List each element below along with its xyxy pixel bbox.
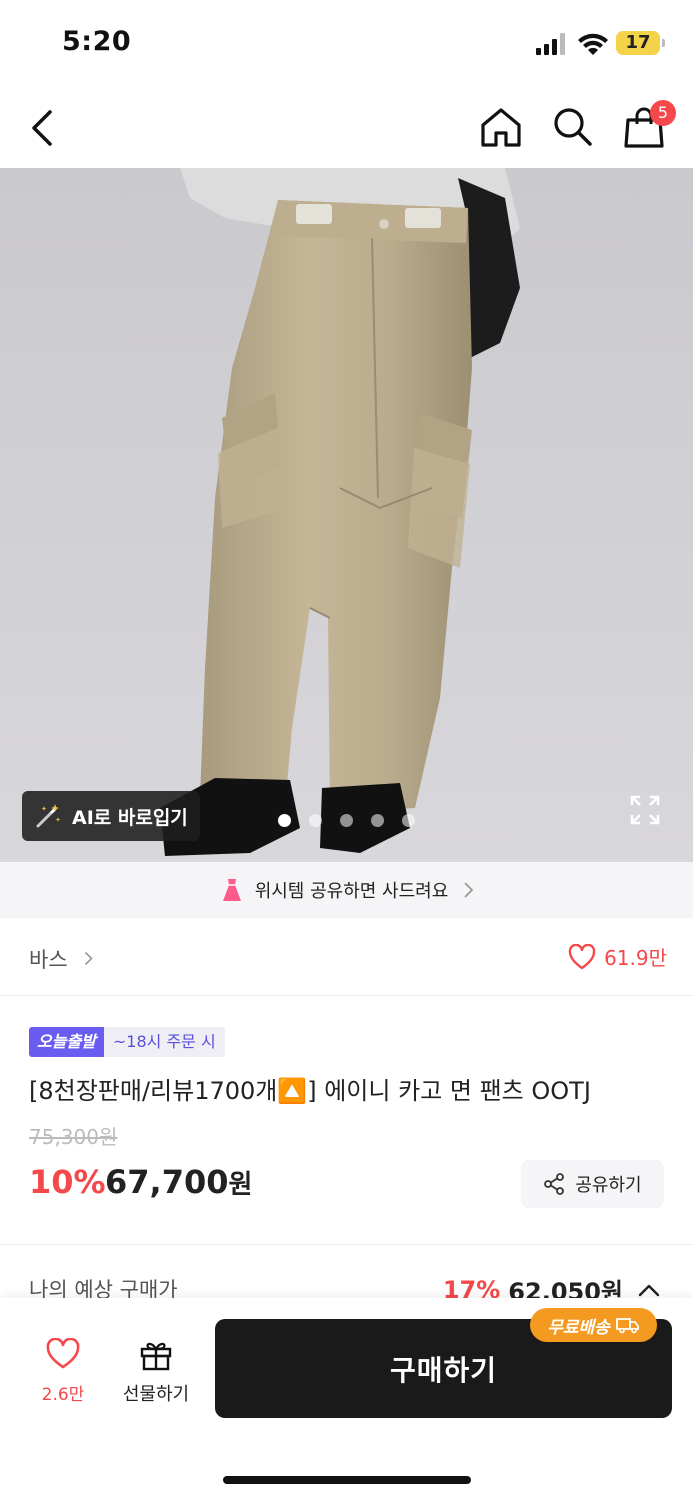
section-divider	[0, 1244, 693, 1245]
search-icon[interactable]	[550, 104, 594, 148]
back-arrow-icon[interactable]	[26, 106, 58, 150]
gift-icon	[140, 1342, 172, 1371]
chevron-right-icon	[84, 951, 93, 966]
sale-price-value: 67,700	[105, 1163, 229, 1201]
carousel-dot[interactable]	[309, 814, 322, 827]
brand-like-button[interactable]: 61.9만	[568, 942, 667, 971]
dress-icon	[222, 879, 241, 901]
cellular-signal-icon	[536, 33, 565, 55]
wifi-icon	[578, 33, 608, 55]
delivery-truck-icon	[615, 1318, 639, 1334]
carousel-dot[interactable]	[340, 814, 353, 827]
product-image-carousel[interactable]: AI로 바로입기	[0, 168, 693, 862]
product-title: [8천장판매/리뷰1700개🔼] 에이니 카고 면 팬츠 OOTJ	[29, 1077, 591, 1105]
sale-price: 67,700원	[105, 1163, 252, 1201]
carousel-dot[interactable]	[278, 814, 291, 827]
fullscreen-expand-icon[interactable]	[630, 795, 660, 825]
ai-try-on-label: AI로 바로입기	[72, 806, 188, 829]
wishlist-button[interactable]: 2.6만	[30, 1337, 96, 1405]
brand-like-count: 61.9만	[604, 946, 667, 970]
share-icon	[544, 1173, 565, 1195]
order-cutoff-badge: ~18시 주문 시	[103, 1027, 225, 1057]
share-label: 공유하기	[575, 1175, 642, 1196]
brand-row: 바스 61.9만	[0, 918, 693, 996]
discount-rate: 10%	[29, 1163, 106, 1201]
free-shipping-badge: 무료배송	[530, 1308, 657, 1342]
magic-wand-icon	[36, 804, 61, 828]
delivery-tags: 오늘출발 ~18시 주문 시	[29, 1027, 225, 1057]
brand-name-link[interactable]: 바스	[29, 944, 68, 974]
carousel-pagination	[278, 814, 415, 827]
free-shipping-label: 무료배송	[547, 1317, 610, 1338]
buy-label: 구매하기	[389, 1353, 498, 1387]
wishlist-count: 2.6만	[41, 1385, 85, 1405]
gift-button[interactable]: 선물하기	[118, 1338, 194, 1406]
heart-outline-icon	[568, 943, 596, 969]
share-button[interactable]: 공유하기	[521, 1160, 664, 1208]
carousel-dot[interactable]	[402, 814, 415, 827]
status-time: 5:20	[62, 26, 132, 57]
original-price: 75,300원	[29, 1125, 118, 1149]
today-ship-badge: 오늘출발	[29, 1027, 104, 1057]
cart-count-badge: 5	[650, 100, 676, 126]
battery-indicator: 17	[616, 31, 665, 55]
price-unit: 원	[228, 1170, 253, 1200]
wish-share-banner[interactable]: 위시템 공유하면 사드려요	[0, 862, 693, 918]
heart-outline-icon	[46, 1337, 80, 1369]
chevron-up-icon	[638, 1284, 660, 1296]
ai-try-on-button[interactable]: AI로 바로입기	[22, 791, 200, 841]
home-icon[interactable]	[478, 104, 524, 150]
carousel-dot[interactable]	[371, 814, 384, 827]
product-photo	[0, 168, 693, 862]
top-nav: 5	[0, 88, 693, 168]
chevron-right-icon	[464, 882, 474, 898]
bottom-purchase-bar: 2.6만 선물하기 구매하기 무료배송	[0, 1298, 693, 1500]
wish-share-text: 위시템 공유하면 사드려요	[254, 881, 449, 902]
home-indicator	[223, 1476, 471, 1484]
status-bar: 5:20 17	[0, 0, 693, 88]
gift-label: 선물하기	[122, 1384, 190, 1405]
